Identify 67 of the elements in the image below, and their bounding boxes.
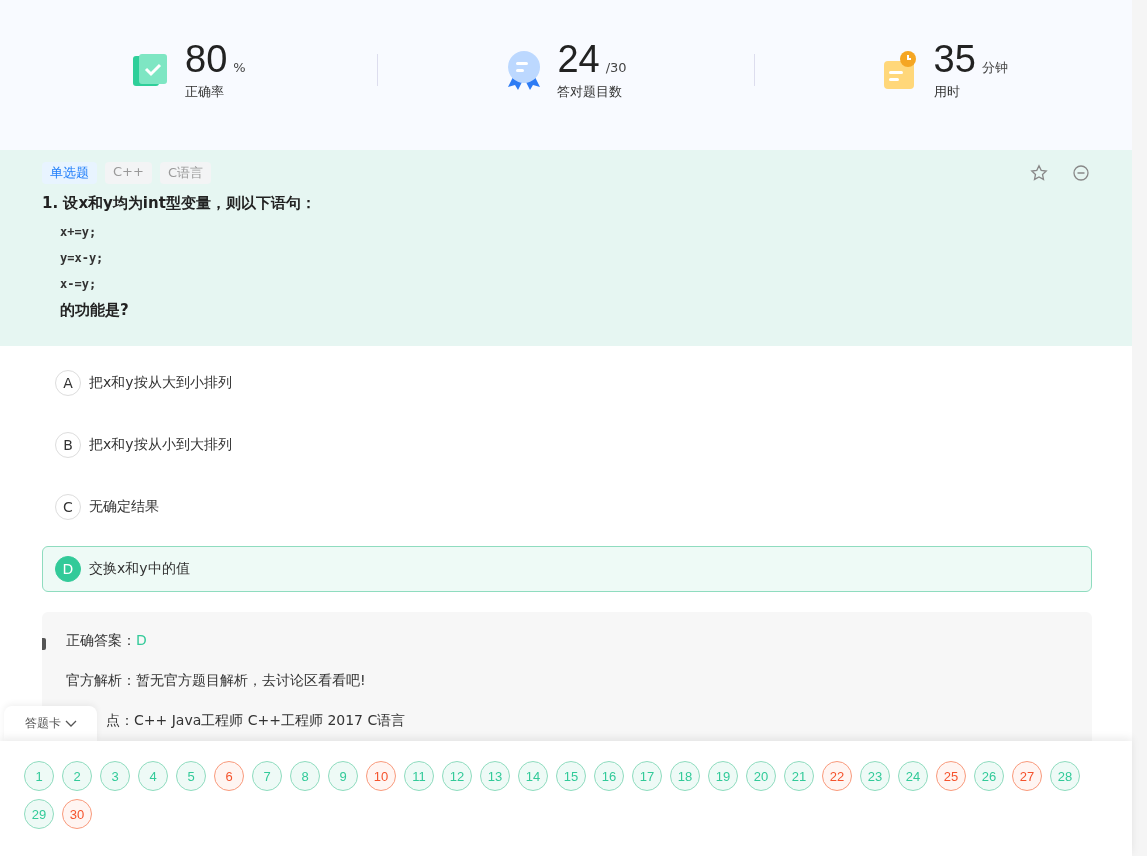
question-number[interactable]: 29 [24,799,54,829]
code-line: y=x-y; [60,251,105,265]
option-text: 交换x和y中的值 [89,560,190,578]
question-number[interactable]: 13 [480,761,510,791]
stat-unit: % [233,60,246,75]
answer-option[interactable]: C 无确定结果 [42,484,1092,530]
knowledge-points: 点：C++ Java工程师 C++工程师 2017 C语言 [106,712,407,730]
question-number[interactable]: 24 [898,761,928,791]
question-number[interactable]: 3 [100,761,130,791]
question-number[interactable]: 9 [328,761,358,791]
answer-option[interactable]: B 把x和y按从小到大排列 [42,422,1092,468]
option-text: 把x和y按从大到小排列 [89,374,232,392]
question-text: 的功能是? [60,301,130,320]
question-number[interactable]: 17 [632,761,662,791]
stat-label: 用时 [933,83,961,101]
stat-unit: /30 [605,60,627,75]
question-number[interactable]: 11 [404,761,434,791]
question-number[interactable]: 26 [974,761,1004,791]
question-number[interactable]: 5 [176,761,206,791]
question-number[interactable]: 2 [62,761,92,791]
question-number[interactable]: 7 [252,761,282,791]
question-number[interactable]: 27 [1012,761,1042,791]
question-number[interactable]: 20 [746,761,776,791]
question-title: 1. 设x和y均为int型变量，则以下语句： [42,194,317,213]
option-letter: C [55,494,81,520]
option-text: 无确定结果 [89,498,159,516]
question-number[interactable]: 22 [822,761,852,791]
question-number[interactable]: 21 [784,761,814,791]
stat-label: 正确率 [185,83,225,101]
question-number[interactable]: 15 [556,761,586,791]
option-letter: D [55,556,81,582]
question-number[interactable]: 23 [860,761,890,791]
question-number[interactable]: 18 [670,761,700,791]
tag: 单选题 [42,162,97,184]
question-number[interactable]: 25 [936,761,966,791]
stat-unit: 分钟 [981,59,1008,77]
stat-value: 80 [185,39,228,79]
tag: C语言 [159,162,211,184]
option-text: 把x和y按从小到大排列 [89,436,232,454]
star-icon[interactable] [1030,164,1048,182]
stat-value: 35 [933,39,976,79]
question-number[interactable]: 28 [1050,761,1080,791]
option-letter: B [55,432,81,458]
question-number[interactable]: 10 [366,761,396,791]
minus-circle-icon[interactable] [1072,164,1090,182]
question-number[interactable]: 1 [24,761,54,791]
question-number[interactable]: 19 [708,761,738,791]
analysis-text: 官方解析：暂无官方题目解析，去讨论区看看吧! [66,672,367,690]
question-number[interactable]: 30 [62,799,92,829]
question-number[interactable]: 16 [594,761,624,791]
tag: C++ [105,162,152,184]
code-line: x+=y; [60,225,98,239]
question-number[interactable]: 4 [138,761,168,791]
question-number[interactable]: 8 [290,761,320,791]
stat-label: 答对题目数 [557,83,624,101]
stat-value: 24 [557,39,600,79]
bullet-icon [42,638,46,650]
answer-option[interactable]: D 交换x和y中的值 [42,546,1092,592]
answer-card-tab[interactable]: 答题卡 [4,706,97,741]
question-number[interactable]: 6 [214,761,244,791]
answer-label: 正确答案： [66,632,136,648]
code-line: x-=y; [60,277,98,291]
answer-option[interactable]: A 把x和y按从大到小排列 [42,360,1092,406]
answer-value: D [136,632,147,648]
question-number[interactable]: 14 [518,761,548,791]
question-number[interactable]: 12 [442,761,472,791]
option-letter: A [55,370,81,396]
